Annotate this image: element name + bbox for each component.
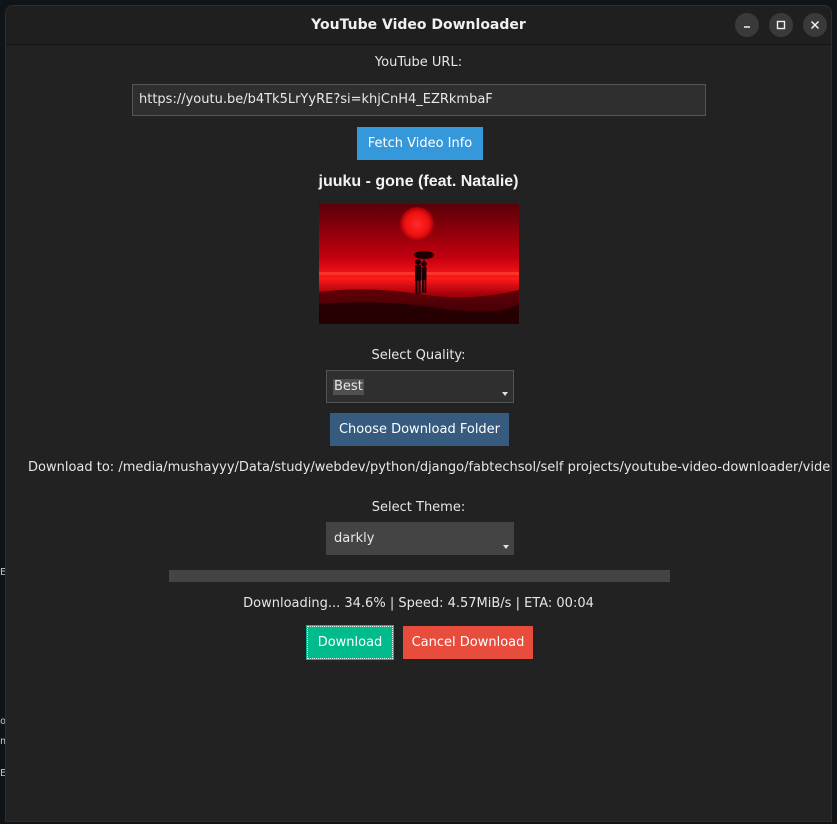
theme-selected-value: darkly (334, 531, 375, 546)
theme-label: Select Theme: (371, 500, 466, 515)
maximize-button[interactable] (769, 13, 793, 37)
window-controls (735, 13, 827, 37)
quality-select[interactable]: Best (326, 370, 514, 403)
url-label: YouTube URL: (374, 55, 463, 70)
window-title: YouTube Video Downloader (311, 17, 526, 33)
titlebar[interactable]: YouTube Video Downloader (6, 6, 831, 45)
maximize-icon (776, 20, 786, 30)
desktop: E o n E YouTube Video Downloader YouTube… (0, 0, 837, 824)
video-thumbnail (319, 204, 519, 324)
theme-select[interactable]: darkly (326, 522, 514, 555)
fetch-video-info-button[interactable]: Fetch Video Info (357, 127, 483, 160)
download-path-label: Download to: /media/mushayyy/Data/study/… (28, 460, 832, 475)
quality-selected-value: Best (333, 379, 364, 395)
minimize-icon (744, 26, 750, 28)
close-icon (810, 20, 820, 30)
download-status: Downloading... 34.6% | Speed: 4.57MiB/s … (243, 596, 594, 611)
close-button[interactable] (803, 13, 827, 37)
app-window: YouTube Video Downloader YouTube URL: ht… (5, 5, 832, 822)
quality-label: Select Quality: (371, 348, 466, 363)
minimize-button[interactable] (735, 13, 759, 37)
video-title: juuku - gone (feat. Natalie) (318, 173, 519, 190)
download-button[interactable]: Download (306, 625, 394, 660)
thumbnail-image (319, 204, 519, 324)
chevron-down-icon (503, 545, 509, 549)
progress-bar (169, 570, 670, 582)
chevron-down-icon (502, 392, 508, 396)
url-input[interactable]: https://youtu.be/b4Tk5LrYyRE?si=khjCnH4_… (132, 84, 706, 116)
main-content: YouTube URL: https://youtu.be/b4Tk5LrYyR… (6, 45, 832, 821)
choose-folder-button[interactable]: Choose Download Folder (330, 413, 509, 446)
cancel-download-button[interactable]: Cancel Download (403, 626, 533, 659)
